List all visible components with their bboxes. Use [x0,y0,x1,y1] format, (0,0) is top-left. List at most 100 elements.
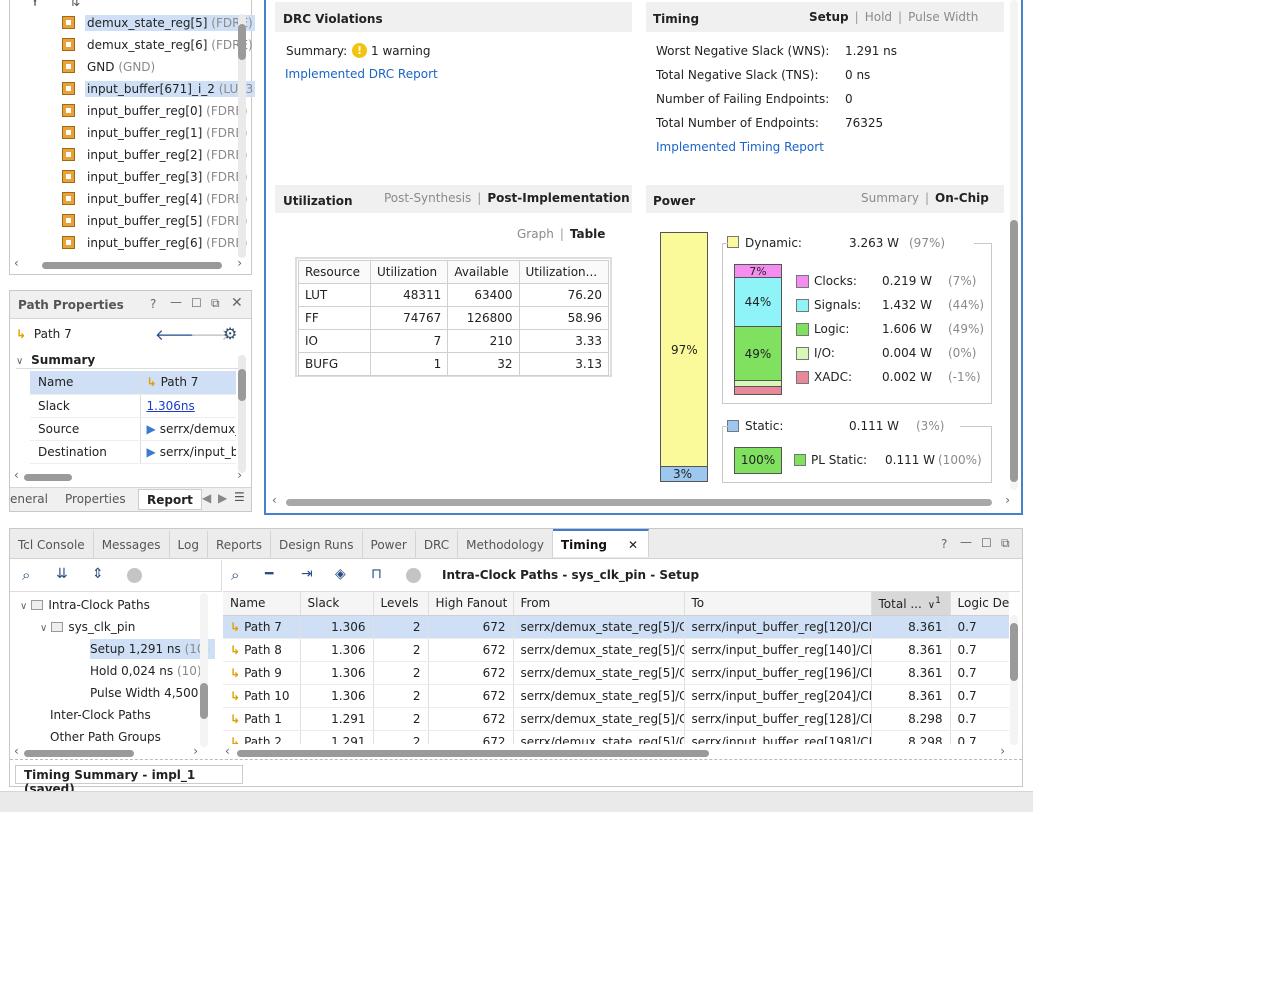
stop-grid-icon[interactable] [406,568,421,583]
util-header[interactable]: Utilization [369,260,449,284]
timing-summary-tab[interactable]: Timing Summary - impl_1 (saved) [15,765,243,796]
column-header[interactable]: High Fanout [428,592,514,616]
tree-item[interactable]: ∨ Intra-Clock Paths [20,595,150,615]
tab-design-runs[interactable]: Design Runs [271,531,363,559]
close-icon[interactable]: ✕ [231,295,243,311]
tree-item[interactable]: ∨ sys_clk_pin [40,617,135,637]
chevron-down-icon[interactable]: ∨ [20,601,27,612]
tab-reports[interactable]: Reports [208,531,272,559]
column-header[interactable]: Slack [300,592,374,616]
property-row[interactable]: Name ↳ Path 7 [30,371,236,395]
minimize-icon[interactable]: — [960,535,972,549]
minus-icon[interactable]: ━ [265,566,273,582]
table-row[interactable]: ↳ Path 8 1.306 2 672 serrx/demux_state_reg[5]… [223,638,1009,662]
tree-hscroll[interactable]: ‹ › [14,744,198,759]
properties-hscroll[interactable]: ‹ › [14,468,242,483]
util-header[interactable]: Resource [298,260,371,284]
util-header[interactable]: Utilization... [518,260,610,284]
timing-tab-hold[interactable]: Hold [865,10,892,24]
grid-vscroll[interactable] [1010,615,1018,745]
summary-vscroll[interactable] [1010,0,1018,490]
column-header[interactable]: Levels [373,592,429,616]
select-icon[interactable]: ⇥ [301,566,313,582]
tree-vscroll[interactable] [200,593,208,747]
tab-power[interactable]: Power [363,531,416,559]
power-tab-on-chip[interactable]: On-Chip [935,191,989,205]
help-icon[interactable]: ? [150,297,156,311]
util-tab-post-implementation[interactable]: Post-Implementation [487,191,629,205]
netlist-item[interactable]: demux_state_reg[6] (FDRE) [62,35,255,55]
table-row[interactable]: ↳ Path 10 1.306 2 672 serrx/demux_state_reg[5… [223,684,1009,708]
restore-icon[interactable]: ⧉ [1001,536,1010,551]
tab-tcl-console[interactable]: Tcl Console [10,531,94,559]
property-value-text[interactable]: 1.306ns [147,399,195,413]
column-header[interactable]: Logic De [950,592,1009,616]
tab-messages[interactable]: Messages [94,531,170,559]
tab-menu-icon[interactable]: ☰ [234,490,245,504]
tab-report[interactable]: Report [138,489,202,510]
tab-log[interactable]: Log [170,531,208,559]
table-row[interactable]: ↳ Path 7 1.306 2 672 serrx/demux_state_reg[5]… [223,615,1009,639]
netlist-item[interactable]: input_buffer_reg[4] (FDRE) [62,189,250,209]
tab-general[interactable]: eneral [10,492,48,506]
stop-icon[interactable] [127,568,142,583]
properties-vscroll[interactable] [238,355,246,473]
netlist-item[interactable]: GND (GND) [62,57,157,77]
waveform-icon[interactable]: ⊓ [371,566,382,582]
tab-drc[interactable]: DRC [416,531,459,559]
expand-all-icon[interactable]: ⇕ [92,566,104,582]
netlist-item[interactable]: input_buffer_reg[1] (FDRE) [62,123,250,143]
maximize-icon[interactable]: ☐ [191,296,202,310]
netlist-item[interactable]: input_buffer[671]_i_2 (LUT3 [62,79,256,99]
tab-methodology[interactable]: Methodology [458,531,553,559]
maximize-icon[interactable]: ☐ [981,536,992,550]
tree-item[interactable]: Other Path Groups [50,727,161,747]
property-value[interactable]: 1.306ns [140,394,236,418]
help-icon[interactable]: ? [941,537,947,551]
tab-properties[interactable]: Properties [65,492,126,506]
table-row[interactable]: ↳ Path 2 1.291 2 672 serrx/demux_state_reg[5]… [223,730,1009,744]
tree-item[interactable]: Setup 1,291 ns (10) [90,639,216,659]
util-view-graph[interactable]: Graph [517,227,554,241]
collapse-all-icon[interactable]: ⇊ [56,566,68,582]
collapse-icon[interactable]: ⭱ [26,0,44,12]
netlist-item[interactable]: demux_state_reg[5] (FDRE) [62,13,255,33]
tab-timing[interactable]: Timing [552,529,616,557]
expand-icon[interactable]: ⇅ [66,0,84,12]
search-icon[interactable]: ⌕ [22,566,30,584]
netlist-item[interactable]: input_buffer_reg[3] (FDRE) [62,167,250,187]
column-header[interactable]: From [513,592,685,616]
util-header[interactable]: Available [447,260,520,284]
grid-search-icon[interactable]: ⌕ [231,566,239,584]
minimize-icon[interactable]: — [170,295,182,309]
grid-hscroll[interactable]: ‹ › [225,744,1005,759]
tab-prev-icon[interactable]: ◀ [202,491,211,505]
netlist-item[interactable]: input_buffer_reg[2] (FDRE) [62,145,250,165]
column-header[interactable]: Name [223,592,301,616]
property-row[interactable]: Slack 1.306ns [30,394,236,418]
property-row[interactable]: Destination▶serrx/input_bu [30,440,236,464]
timing-report-link[interactable]: Implemented Timing Report [656,140,824,154]
power-tab-summary[interactable]: Summary [861,191,919,205]
restore-icon[interactable]: ⧉ [211,296,220,311]
column-header[interactable]: To [684,592,872,616]
tab-next-icon[interactable]: ▶ [218,491,227,505]
property-row[interactable]: Source ▶ serrx/demux_ [30,417,236,441]
schematic-icon[interactable]: ◈ [335,566,346,582]
netlist-item[interactable]: input_buffer_reg[5] (FDRE) [62,211,250,231]
table-row[interactable]: ↳ Path 9 1.306 2 672 serrx/demux_state_reg[5]… [223,661,1009,685]
timing-tab-setup[interactable]: Setup [809,10,849,24]
netlist-vscroll[interactable] [238,14,246,258]
close-tab-icon[interactable]: ✕ [613,529,650,557]
table-row[interactable]: ↳ Path 1 1.291 2 672 serrx/demux_state_reg[5]… [223,707,1009,731]
gear-icon[interactable]: ⚙ [223,324,237,343]
drc-report-link[interactable]: Implemented DRC Report [285,67,438,81]
tree-item[interactable]: Pulse Width 4,500 r [90,683,207,703]
tree-item[interactable]: Hold 0,024 ns (10) [90,661,202,681]
util-view-table[interactable]: Table [570,227,606,241]
chevron-down-icon[interactable]: ∨ [40,623,47,634]
netlist-hscroll[interactable]: ‹ › [14,256,242,271]
timing-tab-pulse-width[interactable]: Pulse Width [908,10,978,24]
netlist-item[interactable]: input_buffer_reg[6] (FDRE) [62,233,250,253]
util-tab-post-synthesis[interactable]: Post-Synthesis [384,191,471,205]
